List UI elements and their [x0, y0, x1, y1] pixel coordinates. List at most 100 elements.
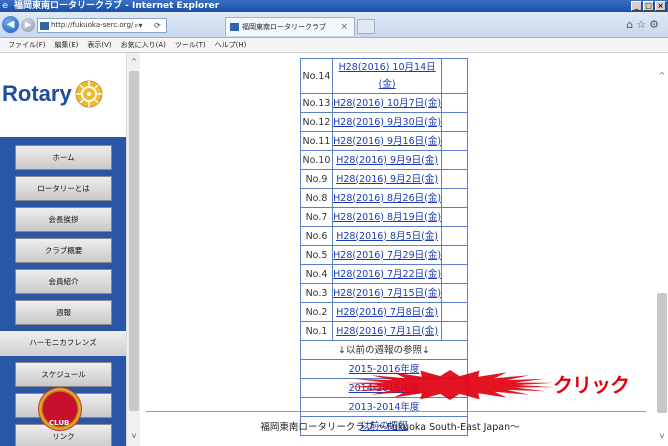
menu-edit[interactable]: 編集(E) [55, 38, 79, 52]
menu-help[interactable]: ヘルプ(H) [215, 38, 247, 52]
issue-date-link[interactable]: H28(2016) 8月26日(金) [331, 188, 443, 208]
sidebar-item-schedule[interactable]: スケジュール [15, 362, 112, 387]
sidebar-item-weekly-report[interactable]: 週報 [15, 300, 112, 325]
empty-cell [441, 112, 468, 132]
footer-text: 福岡東南ロータリークラブ 〜Fukuoka South-East Japan〜 [260, 422, 520, 433]
empty-cell [441, 226, 468, 246]
issue-date-link[interactable]: H28(2016) 10月7日(金) [331, 93, 443, 113]
rotary-logo-text: Rotary [2, 81, 72, 106]
issue-number: No.5 [300, 245, 333, 265]
tab-page-icon [230, 23, 239, 31]
empty-cell [441, 58, 468, 94]
home-icon[interactable]: ⌂ [626, 18, 636, 31]
rotaract-logo-text: CLUB [49, 419, 70, 427]
menu-favorites[interactable]: お気に入り(A) [121, 38, 166, 52]
toolbar-icons: ⌂☆⚙ [626, 18, 662, 31]
menu-file[interactable]: ファイル(F) [8, 38, 46, 52]
menu-bar: ファイル(F) 編集(E) 表示(V) お気に入り(A) ツール(T) ヘルプ(… [0, 38, 668, 53]
table-row: 2013-2014年度 [300, 397, 468, 417]
issue-date-link[interactable]: H28(2016) 7月29日(金) [331, 245, 443, 265]
url-text: http://fukuoka-serc.org/ [51, 21, 134, 29]
issue-number: No.13 [300, 93, 333, 113]
sidebar-item-club-overview[interactable]: クラブ概要 [15, 238, 112, 263]
forward-button[interactable]: ▶ [21, 18, 35, 32]
menu-tools[interactable]: ツール(T) [175, 38, 206, 52]
table-row: No.5 H28(2016) 7月29日(金) [300, 245, 468, 265]
table-row: No.4 H28(2016) 7月22日(金) [300, 264, 468, 284]
issue-number: No.12 [300, 112, 333, 132]
title-bar: e 福岡東南ロータリークラブ - Internet Explorer _ □ × [0, 0, 668, 12]
window-controls: _ □ × [631, 1, 666, 11]
page-icon [40, 21, 49, 30]
scroll-up-icon[interactable]: ^ [129, 57, 139, 67]
archive-heading-row: ↓以前の週報の参照↓ [300, 340, 468, 360]
scroll-thumb[interactable] [657, 293, 667, 413]
empty-cell [441, 302, 468, 322]
new-tab-button[interactable] [357, 19, 375, 34]
refresh-icon[interactable]: ⟳ [154, 19, 161, 32]
table-row: No.8 H28(2016) 8月26日(金) [300, 188, 468, 208]
sidebar-item-home[interactable]: ホーム [15, 145, 112, 170]
maximize-button[interactable]: □ [643, 1, 654, 11]
issue-date-link[interactable]: H28(2016) 9月16日(金) [331, 131, 443, 151]
issue-date-link[interactable]: H28(2016) 7月15日(金) [331, 283, 443, 303]
issue-date-link[interactable]: H28(2016) 7月22日(金) [331, 264, 443, 284]
main-frame: No.14 H28(2016) 10月14日(金) No.13 H28(2016) 1… [140, 53, 668, 446]
sidebar-item-president-greeting[interactable]: 会長挨拶 [15, 207, 112, 232]
empty-cell [441, 150, 468, 170]
scroll-down-icon[interactable]: v [657, 431, 667, 440]
issue-number: No.7 [300, 207, 333, 227]
url-bar[interactable]: http://fukuoka-serc.org/ ⌕▾ ⟳ [37, 18, 167, 33]
tab-active[interactable]: 福岡東南ロータリークラブ × [225, 17, 355, 36]
main-scrollbar[interactable]: ^ v [656, 53, 668, 446]
table-row: No.10 H28(2016) 9月9日(金) [300, 150, 468, 170]
issue-date-link[interactable]: H28(2016) 9月9日(金) [331, 150, 443, 170]
issue-date-link[interactable]: H28(2016) 7月8日(金) [331, 302, 443, 322]
minimize-button[interactable]: _ [631, 1, 642, 11]
menu-view[interactable]: 表示(V) [87, 38, 111, 52]
scroll-thumb[interactable] [129, 71, 139, 411]
browser-window: e 福岡東南ロータリークラブ - Internet Explorer _ □ ×… [0, 0, 668, 446]
empty-cell [441, 283, 468, 303]
sidebar-item-members[interactable]: 会員紹介 [15, 269, 112, 294]
back-button[interactable]: ◀ [2, 16, 19, 33]
issue-date-link[interactable]: H28(2016) 8月5日(金) [331, 226, 443, 246]
empty-cell [441, 264, 468, 284]
close-button[interactable]: × [655, 1, 666, 11]
issue-date-link[interactable]: H28(2016) 9月2日(金) [331, 169, 443, 189]
sidebar-item-about-rotary[interactable]: ロータリーとは [15, 176, 112, 201]
issue-date-link[interactable]: H28(2016) 7月1日(金) [331, 321, 443, 341]
issue-date-link[interactable]: H28(2016) 10月14日(金) [331, 58, 443, 94]
ie-icon: e [2, 1, 9, 11]
left-scrollbar[interactable]: ^ v [126, 53, 140, 446]
issue-date-link[interactable]: H28(2016) 8月19日(金) [331, 207, 443, 227]
gear-icon[interactable]: ⚙ [649, 18, 662, 31]
tab-close-icon[interactable]: × [340, 18, 348, 36]
issue-number: No.1 [300, 321, 333, 341]
empty-cell [441, 93, 468, 113]
table-row: No.2 H28(2016) 7月8日(金) [300, 302, 468, 322]
table-row: No.9 H28(2016) 9月2日(金) [300, 169, 468, 189]
archive-link-2013[interactable]: 2013-2014年度 [300, 397, 468, 417]
click-annotation: クリック [553, 373, 630, 397]
rotary-wheel-icon [75, 80, 103, 108]
table-row: No.13 H28(2016) 10月7日(金) [300, 93, 468, 113]
table-row: No.7 H28(2016) 8月19日(金) [300, 207, 468, 227]
sidebar-item-harmonica-friends[interactable]: ハーモニカフレンズ [0, 331, 126, 356]
footer-divider [146, 411, 646, 412]
issue-number: No.10 [300, 150, 333, 170]
table-row: No.14 H28(2016) 10月14日(金) [300, 58, 468, 94]
table-row: No.12 H28(2016) 9月30日(金) [300, 112, 468, 132]
issue-number: No.9 [300, 169, 333, 189]
issue-number: No.4 [300, 264, 333, 284]
scroll-up-icon[interactable]: ^ [657, 71, 667, 80]
issue-number: No.14 [300, 58, 333, 94]
star-icon[interactable]: ☆ [636, 18, 649, 31]
empty-cell [441, 169, 468, 189]
issue-date-link[interactable]: H28(2016) 9月30日(金) [331, 112, 443, 132]
scroll-down-icon[interactable]: v [129, 431, 139, 441]
search-icon[interactable]: ⌕▾ [134, 19, 143, 32]
table-row: No.11 H28(2016) 9月16日(金) [300, 131, 468, 151]
issue-number: No.2 [300, 302, 333, 322]
rotary-logo[interactable]: Rotary [2, 75, 104, 113]
